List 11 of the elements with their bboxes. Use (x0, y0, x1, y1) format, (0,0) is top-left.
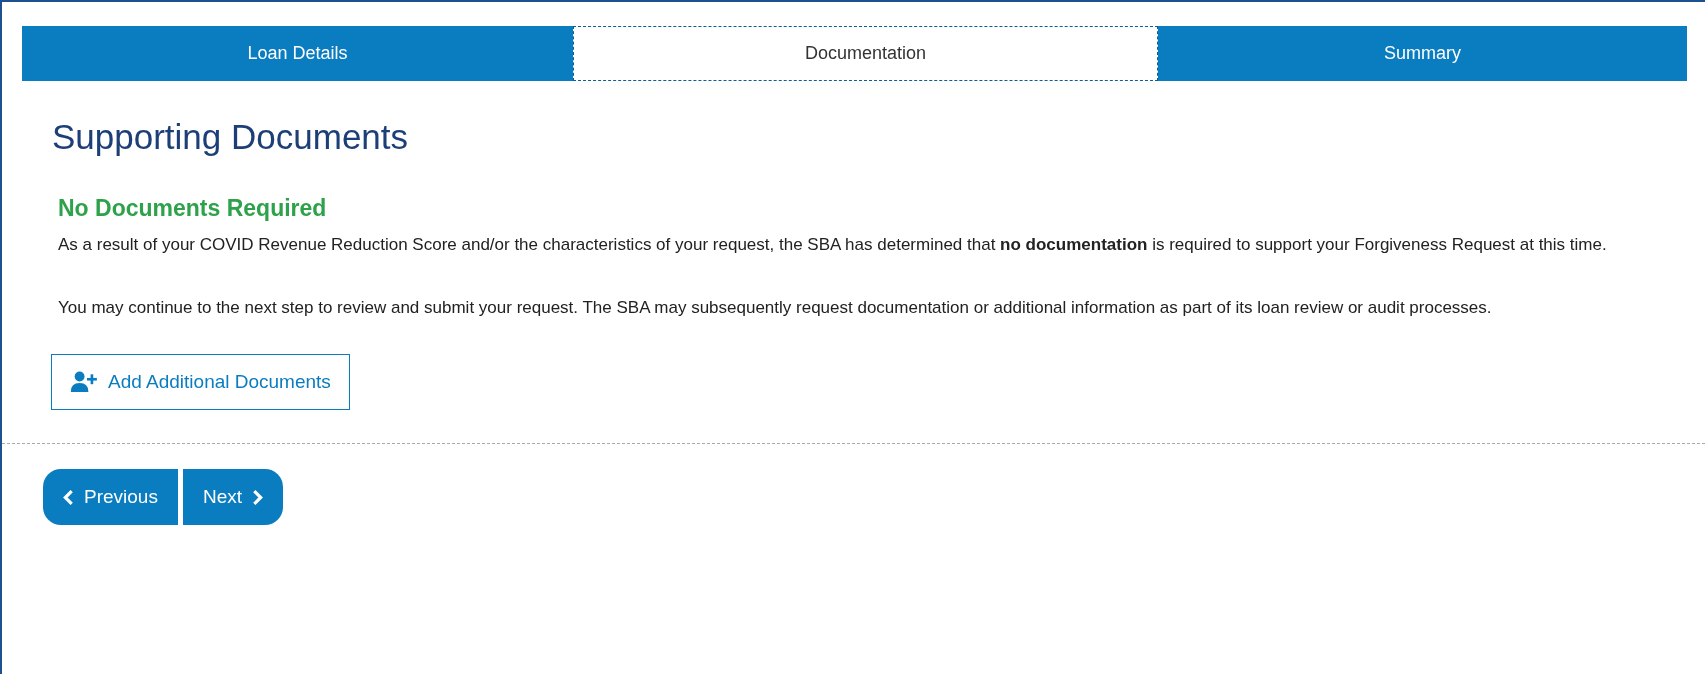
add-documents-button[interactable]: Add Additional Documents (51, 354, 350, 410)
add-user-icon (70, 371, 98, 393)
chevron-right-icon (252, 488, 263, 506)
step-tab[interactable]: Documentation (573, 26, 1158, 81)
notice-paragraph: As a result of your COVID Revenue Reduction Score and/or the characteristics of your request, the SBA has determined that no documentation is required to support your Forgiveness Request at this time. (58, 234, 1608, 256)
previous-button[interactable]: Previous (43, 469, 178, 525)
notice-title: No Documents Required (58, 195, 328, 222)
page-heading: Supporting Documents (52, 117, 410, 157)
chevron-left-icon (63, 488, 74, 506)
notice-paragraph: You may continue to the next step to review and submit your request. The SBA may subsequently request documentation or additional information as part of its loan review or audit processes. (58, 297, 1493, 319)
next-button[interactable]: Next (182, 469, 283, 525)
